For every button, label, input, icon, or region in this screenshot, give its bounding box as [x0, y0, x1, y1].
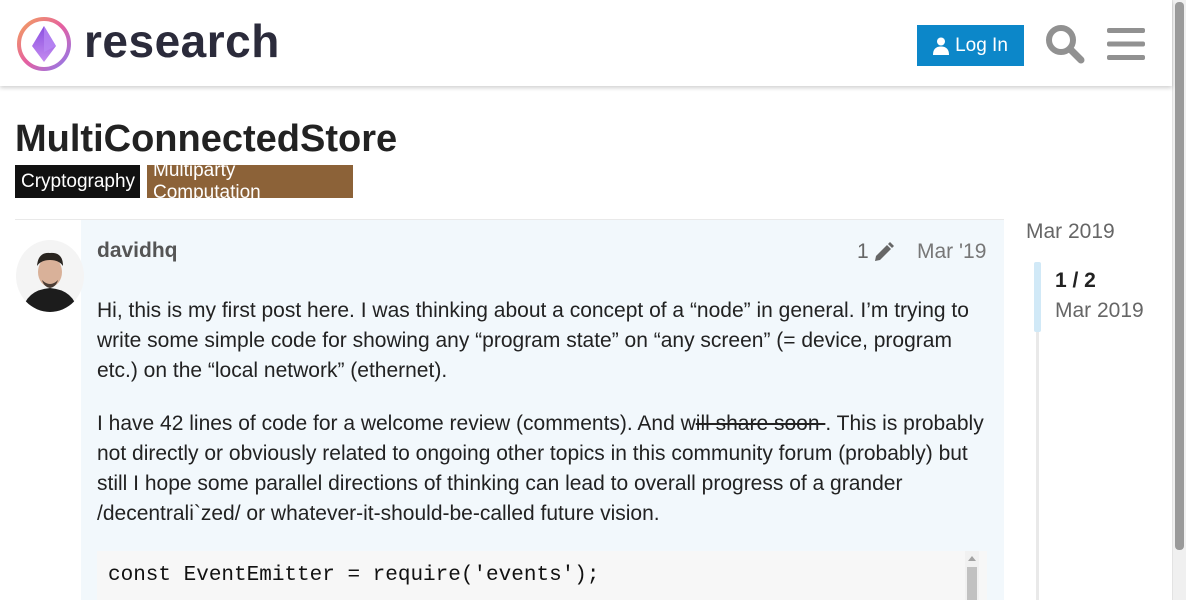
login-label: Log In	[955, 34, 1008, 56]
pencil-icon	[874, 242, 894, 261]
tag-multiparty-computation[interactable]: Multiparty Computation	[147, 160, 353, 203]
code-line: const EventEmitter = require('events');	[108, 564, 600, 587]
site-header: research Log In	[0, 0, 1172, 86]
code-scrollbar[interactable]	[965, 551, 979, 600]
avatar[interactable]	[16, 240, 84, 312]
login-button[interactable]: Log In	[917, 25, 1024, 66]
code-block: const EventEmitter = require('events');	[97, 551, 987, 600]
logo-icon[interactable]	[16, 16, 72, 72]
site-name[interactable]: research	[84, 14, 280, 68]
code-scrollbar-thumb[interactable]	[967, 567, 977, 600]
search-icon[interactable]	[1045, 24, 1085, 64]
timeline-start-date[interactable]: Mar 2019	[1026, 220, 1115, 244]
page-scrollbar-thumb[interactable]	[1175, 2, 1184, 550]
post-paragraph: I have 42 lines of code for a welcome re…	[97, 409, 987, 529]
topic-title[interactable]: MultiConnectedStore	[15, 118, 397, 161]
post-username[interactable]: davidhq	[97, 239, 178, 263]
hamburger-menu-icon[interactable]	[1107, 27, 1145, 61]
strikethrough-text: ill share soon	[695, 412, 826, 435]
timeline-position: 1 / 2	[1055, 269, 1096, 292]
user-icon	[933, 37, 950, 55]
edit-history-indicator[interactable]: 1	[857, 240, 895, 264]
post-paragraph: Hi, this is my first post here. I was th…	[97, 299, 969, 382]
timeline-handle[interactable]	[1034, 262, 1041, 332]
post-date[interactable]: Mar '19	[917, 240, 986, 264]
post-body: Hi, this is my first post here. I was th…	[97, 296, 987, 552]
scroll-up-arrow-icon[interactable]	[968, 556, 976, 561]
timeline-current-date: Mar 2019	[1055, 299, 1144, 322]
post-text: I have 42 lines of code for a welcome re…	[97, 412, 696, 435]
edit-count: 1	[857, 240, 869, 263]
page-scrollbar[interactable]	[1172, 0, 1186, 600]
tag-cryptography[interactable]: Cryptography	[15, 165, 140, 198]
